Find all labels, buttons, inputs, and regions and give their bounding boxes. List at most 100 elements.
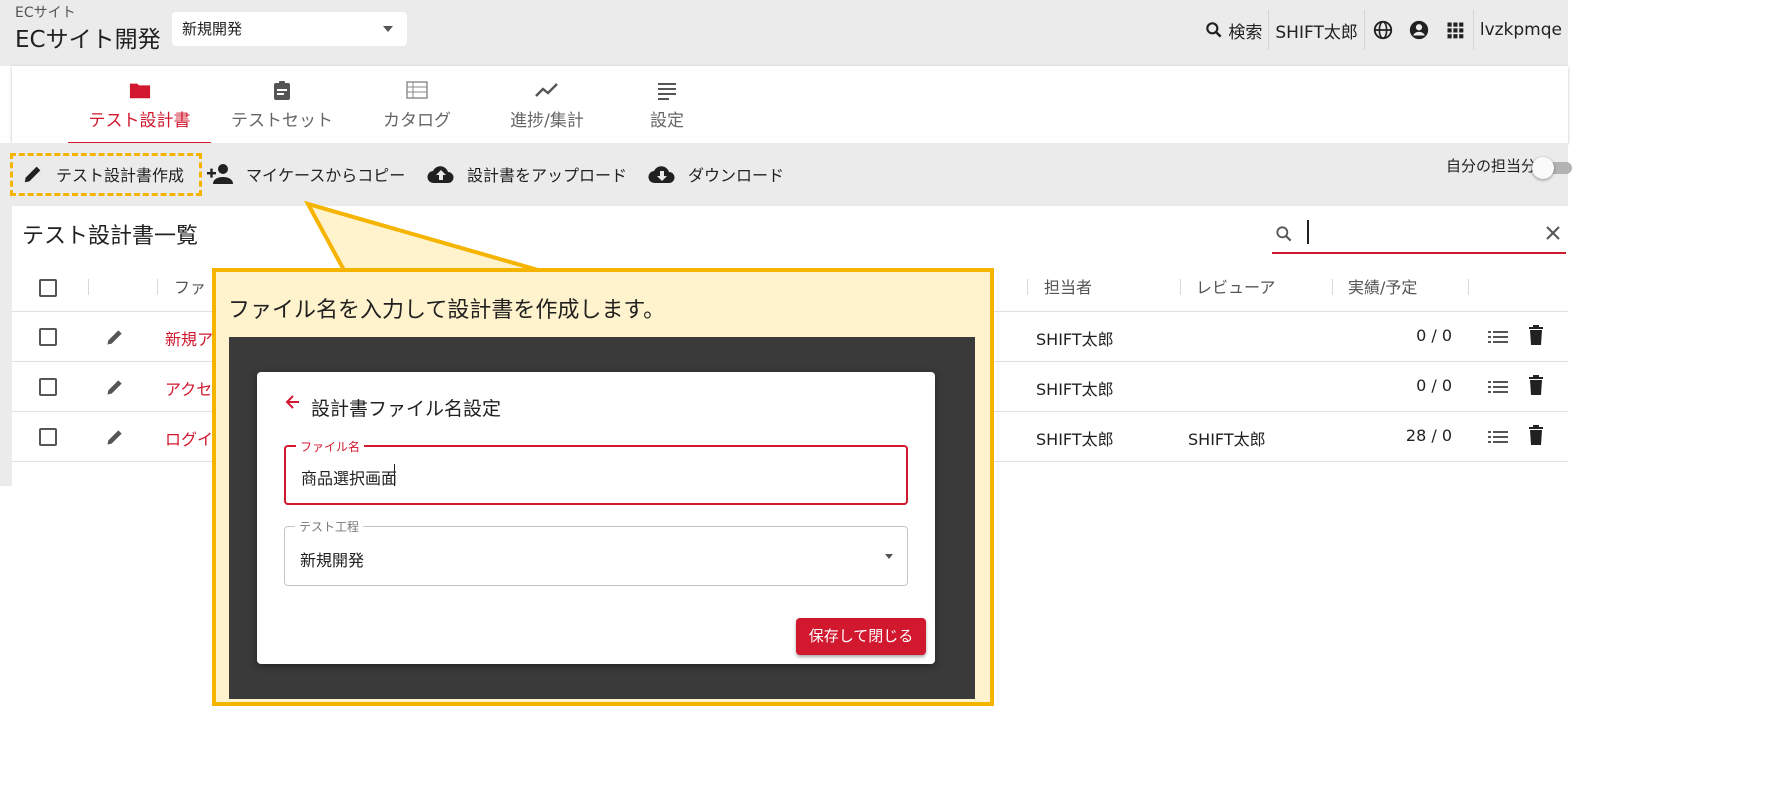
row-reviewer: SHIFT太郎 xyxy=(1188,430,1266,449)
row-file-name[interactable]: 新規ア xyxy=(165,326,213,350)
pencil-icon[interactable] xyxy=(105,377,125,397)
settings-list-icon xyxy=(658,83,676,100)
search-label: 検索 xyxy=(1228,22,1263,43)
my-assignments-label: 自分の担当分 xyxy=(1445,157,1536,175)
list-icon[interactable] xyxy=(1488,328,1508,346)
tab-test-set[interactable]: テストセット xyxy=(227,66,337,143)
download-button[interactable]: ダウンロード xyxy=(648,159,784,189)
folder-icon xyxy=(129,83,150,99)
tab-label: テストセット xyxy=(231,111,333,131)
column-divider xyxy=(1027,279,1028,295)
copy-from-my-cases-button[interactable]: マイケースからコピー xyxy=(206,159,405,189)
list-icon[interactable] xyxy=(1488,378,1508,396)
list-icon[interactable] xyxy=(1488,428,1508,446)
test-phase-select[interactable]: テスト工程 新規開発 xyxy=(284,518,908,586)
main-nav: テスト設計書 テストセット カタログ 進捗/集計 設定 xyxy=(12,66,1568,145)
row-checkbox[interactable] xyxy=(39,428,57,446)
file-name-field[interactable]: ファイル名 商品選択画面 xyxy=(284,438,908,505)
user-name[interactable]: SHIFT太郎 xyxy=(1269,10,1363,50)
org-name[interactable]: lvzkpmqe xyxy=(1474,10,1568,50)
tab-label: 進捗/集計 xyxy=(510,111,584,131)
row-progress: 0 / 0 xyxy=(1416,326,1452,345)
trend-icon xyxy=(535,83,558,97)
save-and-close-button[interactable]: 保存して閉じる xyxy=(796,618,926,655)
tab-progress[interactable]: 進捗/集計 xyxy=(497,66,597,143)
pencil-icon[interactable] xyxy=(105,327,125,347)
list-search-input[interactable] xyxy=(1272,216,1566,254)
column-assignee[interactable]: 担当者 xyxy=(1044,274,1092,298)
row-assignee: SHIFT太郎 xyxy=(1036,430,1114,449)
my-assignments-toggle[interactable] xyxy=(1532,157,1572,179)
phase-select[interactable]: 新規開発 xyxy=(172,12,407,46)
tab-label: カタログ xyxy=(383,111,451,131)
trash-icon[interactable] xyxy=(1528,375,1544,395)
dialog-screenshot: 設計書ファイル名設定 ファイル名 商品選択画面 テスト工程 新規開発 保存して閉… xyxy=(229,337,975,699)
row-checkbox[interactable] xyxy=(39,378,57,396)
tab-label: 設定 xyxy=(650,111,684,131)
column-divider xyxy=(1180,279,1181,295)
tab-settings[interactable]: 設定 xyxy=(637,66,697,143)
test-phase-label: テスト工程 xyxy=(295,518,364,535)
tab-catalog[interactable]: カタログ xyxy=(372,66,462,143)
highlight-box xyxy=(10,153,202,196)
apps-button[interactable] xyxy=(1437,10,1473,50)
text-cursor xyxy=(1307,220,1309,244)
breadcrumb[interactable]: ECサイト xyxy=(15,2,76,22)
chevron-down-icon xyxy=(885,554,893,559)
dialog-title: 設計書ファイル名設定 xyxy=(311,398,502,420)
column-reviewer[interactable]: レビューア xyxy=(1196,274,1275,298)
language-button[interactable] xyxy=(1365,10,1401,50)
action-toolbar: テスト設計書作成 マイケースからコピー 設計書をアップロード ダウンロード 自分… xyxy=(0,143,1572,206)
copy-label: マイケースからコピー xyxy=(246,166,406,185)
tab-test-design[interactable]: テスト設計書 xyxy=(68,66,211,145)
pencil-icon[interactable] xyxy=(105,427,125,447)
search-button[interactable]: 検索 xyxy=(1198,10,1268,50)
instruction-callout: ファイル名を入力して設計書を作成します。 設計書ファイル名設定 ファイル名 商品… xyxy=(212,268,994,706)
filename-dialog: 設計書ファイル名設定 ファイル名 商品選択画面 テスト工程 新規開発 保存して閉… xyxy=(257,372,935,664)
search-icon xyxy=(1276,226,1292,242)
row-assignee: SHIFT太郎 xyxy=(1036,380,1114,399)
test-phase-value: 新規開発 xyxy=(300,551,365,570)
column-divider xyxy=(157,279,158,295)
callout-text: ファイル名を入力して設計書を作成します。 xyxy=(228,298,666,323)
account-circle-icon xyxy=(1409,20,1429,40)
text-cursor xyxy=(394,464,395,486)
file-name-value: 商品選択画面 xyxy=(301,469,398,488)
cloud-upload-icon xyxy=(427,166,454,184)
clipboard-icon xyxy=(274,81,290,100)
column-progress[interactable]: 実績/予定 xyxy=(1348,274,1417,298)
row-file-name[interactable]: ログイ xyxy=(165,426,213,450)
apps-grid-icon xyxy=(1447,22,1464,39)
row-checkbox[interactable] xyxy=(39,328,57,346)
row-progress: 0 / 0 xyxy=(1416,376,1452,395)
person-add-icon xyxy=(207,164,233,184)
upload-label: 設計書をアップロード xyxy=(467,166,628,185)
chevron-down-icon xyxy=(383,26,393,32)
project-title: ECサイト開発 xyxy=(15,27,161,53)
row-progress: 28 / 0 xyxy=(1405,426,1452,445)
toggle-knob xyxy=(1532,157,1554,179)
account-button[interactable] xyxy=(1401,10,1437,50)
column-divider xyxy=(1332,279,1333,295)
list-title: テスト設計書一覧 xyxy=(22,224,199,249)
column-divider xyxy=(88,279,89,295)
trash-icon[interactable] xyxy=(1528,325,1544,345)
catalog-icon xyxy=(406,81,428,99)
trash-icon[interactable] xyxy=(1528,425,1544,445)
select-all-checkbox[interactable] xyxy=(39,279,57,297)
file-name-label: ファイル名 xyxy=(296,438,365,455)
column-file[interactable]: ファ xyxy=(174,274,206,298)
top-header: ECサイト ECサイト開発 新規開発 検索 SHIFT太郎 lvzkpmqe xyxy=(0,0,1568,66)
close-icon[interactable] xyxy=(1544,224,1562,242)
search-icon xyxy=(1206,22,1222,38)
header-actions: 検索 SHIFT太郎 lvzkpmqe xyxy=(1198,10,1568,50)
globe-icon xyxy=(1373,20,1393,40)
row-assignee: SHIFT太郎 xyxy=(1036,330,1114,349)
row-file-name[interactable]: アクセ xyxy=(165,376,212,400)
phase-select-value: 新規開発 xyxy=(182,20,243,38)
cloud-download-icon xyxy=(648,166,675,184)
arrow-back-icon[interactable] xyxy=(285,394,301,410)
download-label: ダウンロード xyxy=(688,166,785,185)
column-divider xyxy=(1468,279,1469,295)
upload-design-button[interactable]: 設計書をアップロード xyxy=(427,159,627,189)
